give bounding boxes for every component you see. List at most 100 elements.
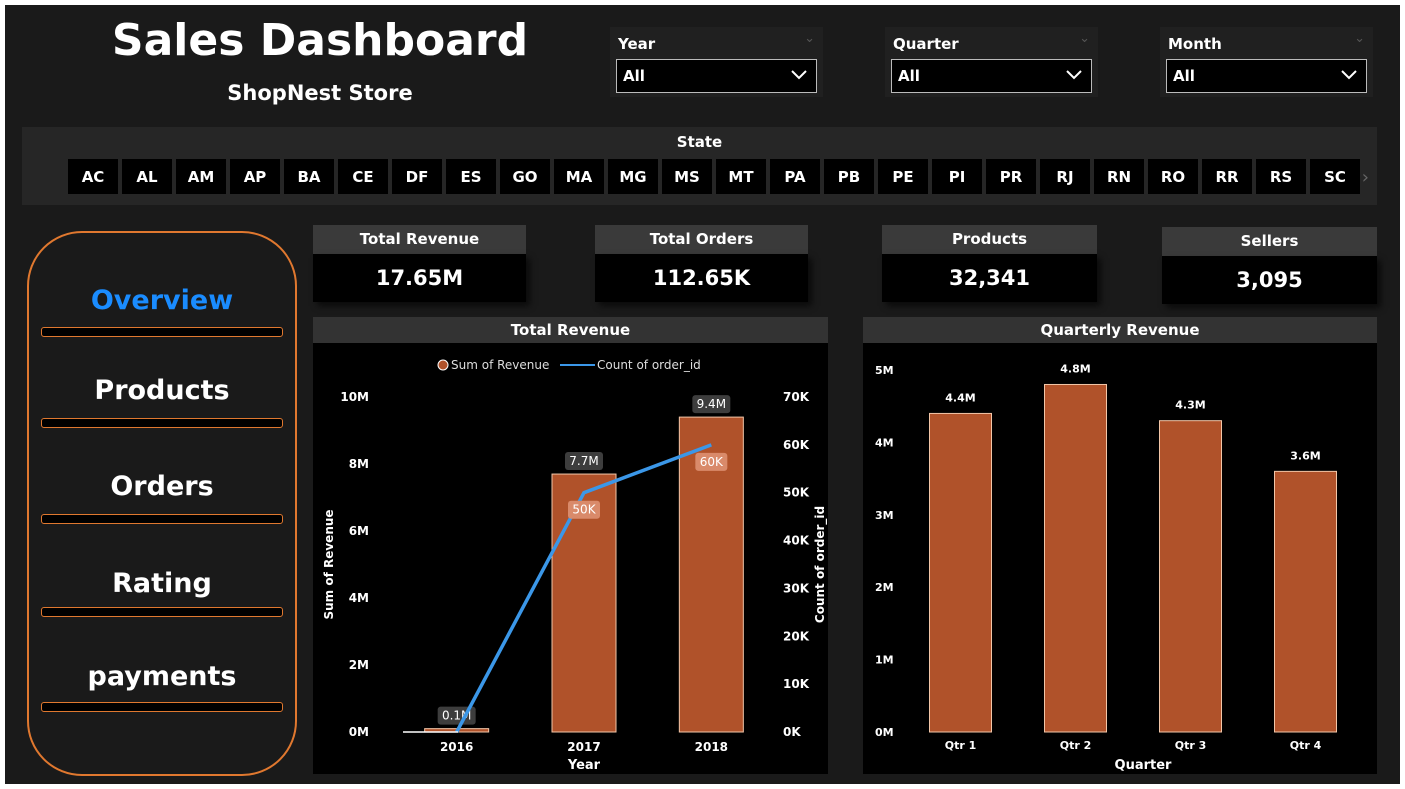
nav-products-bar[interactable]	[41, 418, 283, 428]
nav-orders[interactable]: Orders	[29, 471, 295, 502]
quarter-dropdown-value: All	[898, 67, 920, 85]
x-tick-label: Qtr 3	[1175, 739, 1207, 752]
state-button-al[interactable]: AL	[122, 159, 172, 194]
dashboard-canvas: Sales Dashboard ShopNest Store Year ⌄ Al…	[5, 5, 1400, 784]
y-tick-label: 6M	[349, 524, 369, 538]
state-button-rn[interactable]: RN	[1094, 159, 1144, 194]
chevron-down-icon	[1066, 70, 1082, 80]
year-slicer: Year ⌄ All	[610, 27, 823, 97]
kpi-card-revenue: Total Revenue 17.65M	[313, 225, 526, 302]
kpi-label: Total Orders	[595, 225, 808, 254]
x-tick-label: Qtr 2	[1060, 739, 1092, 752]
y-tick-label: 8M	[349, 457, 369, 471]
state-button-rr[interactable]: RR	[1202, 159, 1252, 194]
y2-tick-label: 50K	[783, 486, 810, 500]
state-button-go[interactable]: GO	[500, 159, 550, 194]
chevron-right-icon[interactable]: ›	[1362, 167, 1369, 188]
nav-rating[interactable]: Rating	[29, 568, 295, 599]
nav-rating-bar[interactable]	[41, 607, 283, 617]
y-tick-label: 2M	[875, 581, 894, 594]
y-tick-label: 4M	[349, 591, 369, 605]
bar-data-label: 4.8M	[1060, 362, 1090, 375]
quarter-dropdown[interactable]: All	[891, 59, 1092, 93]
kpi-card-sellers: Sellers 3,095	[1162, 227, 1377, 304]
x-tick-label: 2016	[440, 740, 473, 754]
state-button-ma[interactable]: MA	[554, 159, 604, 194]
nav-payments[interactable]: payments	[29, 661, 295, 692]
y2-tick-label: 0K	[783, 725, 801, 739]
chevron-down-icon[interactable]: ⌄	[804, 31, 815, 46]
x-axis-title: Year	[567, 758, 601, 773]
nav-products[interactable]: Products	[29, 375, 295, 406]
bar-data-label: 3.6M	[1290, 449, 1320, 462]
y-tick-label: 1M	[875, 654, 894, 667]
y2-tick-label: 40K	[783, 534, 810, 548]
month-slicer-label: Month	[1168, 35, 1222, 53]
state-button-pa[interactable]: PA	[770, 159, 820, 194]
state-button-rs[interactable]: RS	[1256, 159, 1306, 194]
year-dropdown[interactable]: All	[616, 59, 817, 93]
y2-tick-label: 10K	[783, 677, 810, 691]
bar-data-label: 7.7M	[569, 454, 598, 468]
kpi-label: Products	[882, 225, 1097, 254]
y2-tick-label: 30K	[783, 581, 810, 595]
total-revenue-chart: Total Revenue Sum of Revenue Count of ord…	[313, 317, 828, 774]
nav-overview-bar[interactable]	[41, 327, 283, 337]
chevron-down-icon	[791, 70, 807, 80]
legend-orders-label: Count of order_id	[597, 358, 701, 372]
state-button-mg[interactable]: MG	[608, 159, 658, 194]
state-button-pr[interactable]: PR	[986, 159, 1036, 194]
bar-data-label: 4.3M	[1175, 399, 1205, 412]
chevron-down-icon[interactable]: ⌄	[1354, 31, 1365, 46]
year-dropdown-value: All	[623, 67, 645, 85]
month-dropdown-value: All	[1173, 67, 1195, 85]
state-button-am[interactable]: AM	[176, 159, 226, 194]
state-slicer: State AC AL AM AP BA CE DF ES GO MA MG MS MT PA PB PE PI…	[22, 127, 1377, 205]
state-button-rj[interactable]: RJ	[1040, 159, 1090, 194]
kpi-label: Total Revenue	[313, 225, 526, 254]
year-slicer-label: Year	[618, 35, 656, 53]
kpi-card-products: Products 32,341	[882, 225, 1097, 302]
state-button-sc[interactable]: SC	[1310, 159, 1360, 194]
state-button-ap[interactable]: AP	[230, 159, 280, 194]
nav-orders-bar[interactable]	[41, 514, 283, 524]
state-button-ba[interactable]: BA	[284, 159, 334, 194]
y-tick-label: 10M	[340, 390, 369, 404]
y-tick-label: 0M	[875, 726, 894, 739]
state-button-pe[interactable]: PE	[878, 159, 928, 194]
month-slicer: Month ⌄ All	[1160, 27, 1373, 97]
kpi-value: 17.65M	[313, 254, 526, 302]
quarter-bar	[1044, 383, 1107, 733]
state-button-row: AC AL AM AP BA CE DF ES GO MA MG MS MT PA PB PE PI PR RJ RN…	[68, 159, 1360, 194]
x-axis-title: Quarter	[1115, 758, 1173, 773]
month-dropdown[interactable]: All	[1166, 59, 1367, 93]
state-button-ms[interactable]: MS	[662, 159, 712, 194]
quarter-slicer: Quarter ⌄ All	[885, 27, 1098, 97]
y-tick-label: 4M	[875, 436, 894, 449]
nav-overview[interactable]: Overview	[29, 285, 295, 316]
state-button-df[interactable]: DF	[392, 159, 442, 194]
quarter-slicer-label: Quarter	[893, 35, 959, 53]
y-tick-label: 5M	[875, 364, 894, 377]
chevron-down-icon[interactable]: ⌄	[1079, 31, 1090, 46]
state-button-es[interactable]: ES	[446, 159, 496, 194]
x-tick-label: Qtr 4	[1290, 739, 1322, 752]
state-button-pb[interactable]: PB	[824, 159, 874, 194]
state-button-pi[interactable]: PI	[932, 159, 982, 194]
x-tick-label: 2017	[567, 740, 600, 754]
state-button-mt[interactable]: MT	[716, 159, 766, 194]
state-button-ro[interactable]: RO	[1148, 159, 1198, 194]
chevron-down-icon	[1341, 70, 1357, 80]
y-axis-title: Sum of Revenue	[322, 509, 336, 619]
state-button-ce[interactable]: CE	[338, 159, 388, 194]
page-subtitle: ShopNest Store	[227, 81, 413, 105]
quarterly-revenue-plot: 0M 1M 2M 3M 4M 5M Quarter 4.4M Qtr 1 4.8M Qtr 2 4.3…	[875, 362, 1337, 773]
y-tick-label: 3M	[875, 509, 894, 522]
x-tick-label: 2018	[695, 740, 728, 754]
quarter-bar	[1274, 470, 1337, 733]
quarterly-revenue-chart: Quarterly Revenue 0M 1M 2M 3M 4M 5M Quarter 4.4…	[863, 317, 1377, 774]
state-button-ac[interactable]: AC	[68, 159, 118, 194]
nav-payments-bar[interactable]	[41, 702, 283, 712]
line-data-label: 60K	[700, 455, 724, 469]
y2-tick-label: 20K	[783, 629, 810, 643]
